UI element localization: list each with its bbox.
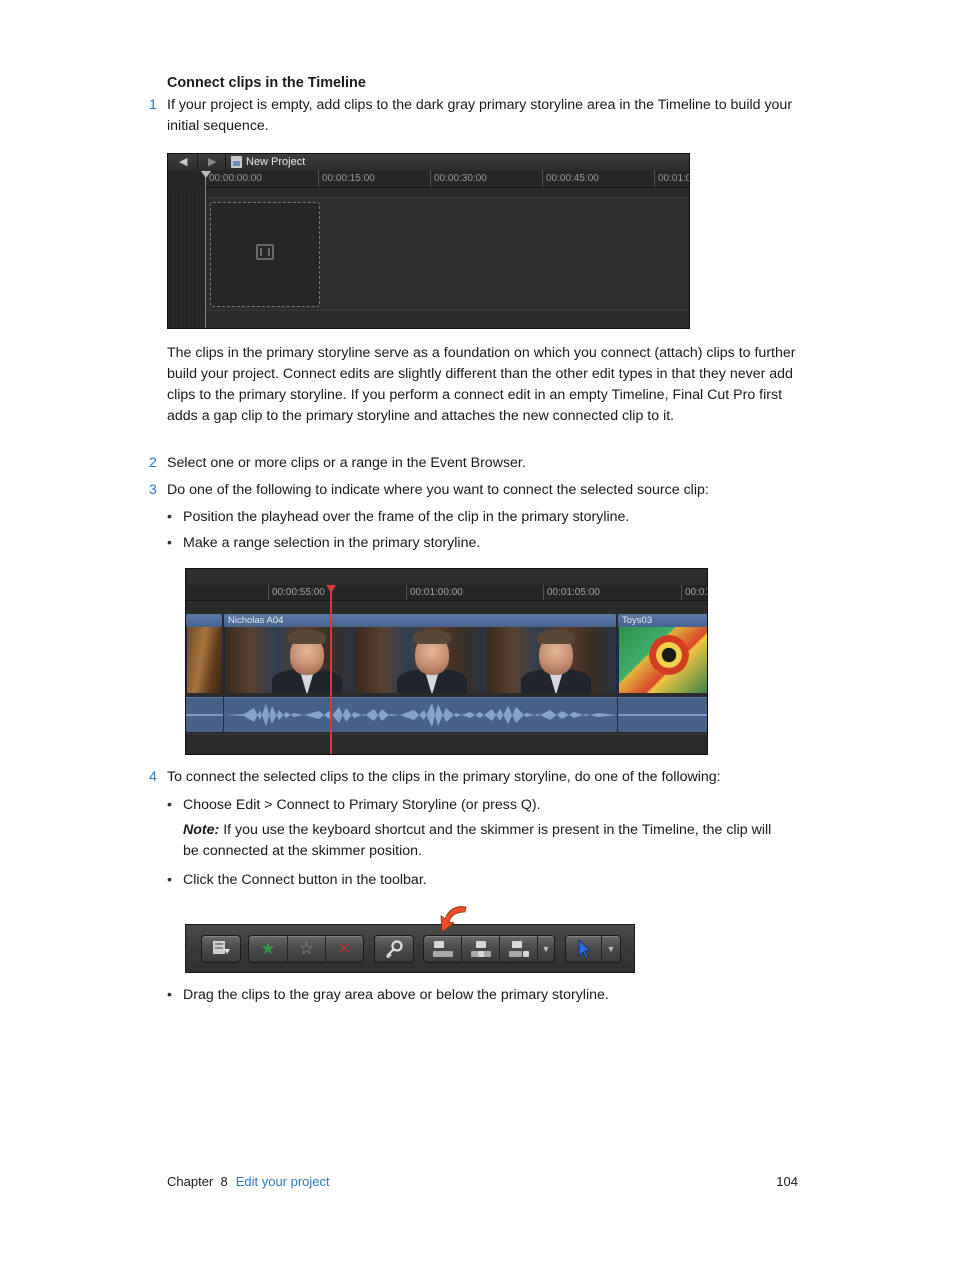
step-4: 4 To connect the selected clips to the c… [149,767,809,788]
edit-button-group[interactable]: ▼ [423,935,555,963]
bullet-text: Click the Connect button in the toolbar. [183,872,427,888]
step-text: Select one or more clips or a range in t… [167,455,526,471]
clip-header-toys[interactable]: Toys03 [618,614,707,627]
ruler-tick: 00:00:45:00 [542,171,599,187]
previous-clip-thumbnail[interactable] [186,627,223,693]
step-number: 1 [149,97,157,113]
step-1: 1 If your project is empty, add clips to… [149,95,809,137]
select-tool-icon [566,936,602,962]
import-button[interactable] [201,935,241,963]
bullet-marker: • [167,535,172,551]
playhead-line[interactable] [205,171,206,328]
film-strip-icon [256,244,274,260]
bullet-marker: • [167,872,172,888]
insert-icon[interactable] [462,936,500,962]
ruler-tick: 00:01:00:00 [406,585,463,600]
body-paragraph: The clips in the primary storyline serve… [167,345,796,424]
page-number: 104 [776,1174,798,1189]
chapter-title-link[interactable]: Edit your project [236,1174,330,1189]
project-icon [231,156,242,168]
forward-arrow-icon[interactable]: ▶ [208,155,216,170]
note-label: Note: [183,822,220,838]
project-name: New Project [246,156,306,168]
chapter-number: Chapter 8 [167,1174,228,1189]
bullet-text: Choose Edit > Connect to Primary Storyli… [183,797,541,813]
ruler-tick: 00:00:30:00 [430,171,487,187]
reject-icon[interactable]: ✕ [326,936,363,962]
playhead-line[interactable] [330,585,332,754]
keyword-button[interactable] [374,935,414,963]
empty-timeline-screenshot: ◀ ▶ New Project 00:00:00:00 00:00:15:00 … [167,153,690,329]
bullet-marker: • [167,797,172,813]
note: Note: If you use the keyboard shortcut a… [183,820,783,862]
timeline-gutter [168,187,205,328]
timeline-top-bar [186,569,707,586]
clip-header[interactable] [186,614,222,627]
bullet-text: Drag the clips to the gray area above or… [183,987,609,1003]
playhead-marker[interactable] [201,171,211,178]
bullet-item: • Click the Connect button in the toolba… [167,870,787,891]
step-number: 2 [149,455,157,471]
step-2: 2 Select one or more clips or a range in… [149,453,809,474]
section-heading: Connect clips in the Timeline [167,75,366,91]
audio-waveform[interactable] [186,697,223,732]
clips-timeline-screenshot: 00:00:55:00 00:01:00:00 00:01:05:00 00:0… [185,568,708,755]
bullet-text: Make a range selection in the primary st… [183,535,481,551]
connected-storyline-area[interactable] [186,734,707,754]
audio-waveform-toys[interactable] [618,697,707,732]
tool-menu-chevron-icon[interactable]: ▼ [602,936,620,962]
ruler-tick: 00:01:0 [654,171,689,187]
import-icon [202,936,240,962]
step-number: 4 [149,769,157,785]
rating-button-group[interactable]: ★ ☆ ✕ [248,935,364,963]
toolbar-screenshot: ★ ☆ ✕ ▼ ▼ [185,924,635,973]
clip-thumbnails-nicholas[interactable] [224,627,617,693]
edit-menu-chevron-icon[interactable]: ▼ [538,936,554,962]
note-text: If you use the keyboard shortcut and the… [183,822,772,859]
footer-chapter: Chapter 8 Edit your project [167,1171,330,1192]
bullet-text: Position the playhead over the frame of … [183,509,630,525]
playhead-marker[interactable] [326,585,336,593]
highlight-arrow-icon [440,906,467,933]
bullet-item: • Drag the clips to the gray area above … [167,985,787,1006]
clip-header-nicholas[interactable]: Nicholas A04 [224,614,616,627]
ruler-tick: 00:00:15:00 [318,171,375,187]
audio-waveform-nicholas[interactable] [224,697,617,732]
step-text: To connect the selected clips to the cli… [167,769,721,785]
favorite-icon[interactable]: ★ [249,936,288,962]
ruler-tick: 00:01 [681,585,707,600]
select-tool-button[interactable]: ▼ [565,935,621,963]
bullet-marker: • [167,509,172,525]
append-icon[interactable] [500,936,538,962]
timeline-title-bar: ◀ ▶ New Project [168,154,689,172]
connect-icon[interactable] [424,936,462,962]
unrate-icon[interactable]: ☆ [288,936,326,962]
bullet-item: • Position the playhead over the frame o… [167,507,787,528]
bullet-marker: • [167,987,172,1003]
step-3: 3 Do one of the following to indicate wh… [149,480,809,501]
back-arrow-icon[interactable]: ◀ [179,155,187,170]
step-number: 3 [149,482,157,498]
timeline-ruler[interactable]: 00:00:55:00 00:01:00:00 00:01:05:00 00:0… [186,585,707,601]
clip-thumbnail-toys[interactable] [618,627,707,693]
ruler-tick: 00:00:55:00 [268,585,325,600]
ruler-tick: 00:00:00:00 [205,171,262,187]
step-text: Do one of the following to indicate wher… [167,482,709,498]
keyword-icon [375,936,413,962]
ruler-tick: 00:01:05:00 [543,585,600,600]
bullet-item: • Choose Edit > Connect to Primary Story… [167,795,787,816]
step-text: If your project is empty, add clips to t… [167,97,793,134]
bullet-item: • Make a range selection in the primary … [167,533,787,554]
timeline-ruler[interactable]: 00:00:00:00 00:00:15:00 00:00:30:00 00:0… [168,171,689,188]
